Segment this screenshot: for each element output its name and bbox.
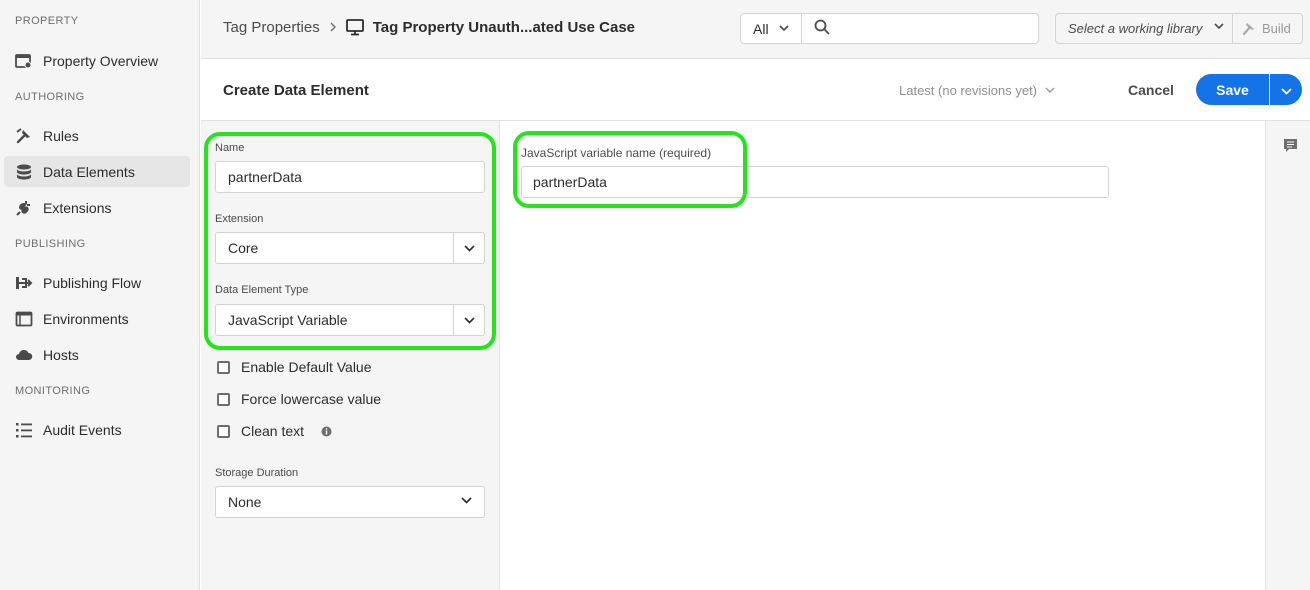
rules-icon bbox=[15, 127, 33, 145]
working-library-placeholder: Select a working library bbox=[1068, 21, 1203, 36]
property-overview-icon bbox=[15, 52, 33, 70]
list-icon bbox=[15, 421, 33, 439]
search-input[interactable] bbox=[802, 13, 1039, 44]
name-label: Name bbox=[215, 142, 245, 154]
sidebar-item-label: Environments bbox=[43, 310, 129, 327]
enable-default-value-checkbox[interactable]: Enable Default Value bbox=[217, 359, 372, 375]
storage-duration-label: Storage Duration bbox=[215, 467, 299, 479]
clean-text-checkbox[interactable]: Clean text bbox=[217, 423, 332, 439]
cancel-button[interactable]: Cancel bbox=[1128, 82, 1174, 98]
checkbox-box[interactable] bbox=[217, 392, 230, 406]
top-bar: Tag Properties Tag Property Unauth...ate… bbox=[201, 0, 1310, 59]
extension-value: Core bbox=[228, 240, 259, 256]
breadcrumb-current-label: Tag Property Unauth...ated Use Case bbox=[372, 19, 636, 36]
sidebar-item-label: Data Elements bbox=[43, 163, 135, 180]
save-button[interactable]: Save bbox=[1196, 74, 1269, 105]
publishing-flow-icon bbox=[15, 274, 33, 292]
database-icon bbox=[15, 163, 33, 181]
data-element-type-value: JavaScript Variable bbox=[228, 312, 348, 328]
section-authoring: AUTHORING bbox=[15, 91, 85, 103]
extension-select[interactable]: Core bbox=[215, 232, 485, 264]
chevron-down-icon bbox=[1214, 23, 1224, 30]
sidebar-item-label: Publishing Flow bbox=[43, 274, 142, 291]
sidebar-item-environments[interactable]: Environments bbox=[4, 303, 190, 334]
js-variable-label: JavaScript variable name (required) bbox=[521, 146, 712, 160]
chevron-down-icon[interactable] bbox=[453, 305, 484, 335]
page-title: Create Data Element bbox=[223, 82, 369, 99]
sidebar-item-data-elements[interactable]: Data Elements bbox=[4, 156, 190, 187]
chevron-down-icon bbox=[1280, 82, 1292, 98]
extension-label: Extension bbox=[215, 213, 264, 225]
build-button[interactable]: Build bbox=[1233, 13, 1303, 44]
storage-duration-select[interactable]: None bbox=[215, 486, 485, 518]
sidebar-item-label: Property Overview bbox=[43, 52, 159, 69]
info-icon[interactable] bbox=[321, 426, 332, 437]
search-group: All bbox=[740, 13, 1039, 44]
storage-duration-value: None bbox=[228, 494, 262, 510]
section-monitoring: MONITORING bbox=[15, 385, 91, 397]
revision-label: Latest (no revisions yet) bbox=[899, 83, 1038, 98]
search-scope-value: All bbox=[753, 20, 769, 37]
checkbox-label: Clean text bbox=[241, 423, 305, 439]
chevron-down-icon bbox=[778, 25, 789, 32]
breadcrumb: Tag Properties Tag Property Unauth...ate… bbox=[223, 19, 635, 36]
plug-icon bbox=[15, 199, 33, 217]
breadcrumb-current: Tag Property Unauth...ated Use Case bbox=[345, 19, 636, 36]
sidebar-item-label: Audit Events bbox=[43, 421, 122, 438]
checkbox-box[interactable] bbox=[217, 360, 230, 374]
sidebar-item-hosts[interactable]: Hosts bbox=[4, 339, 190, 370]
right-rail bbox=[1265, 121, 1310, 590]
sidebar-item-extensions[interactable]: Extensions bbox=[4, 192, 190, 223]
chevron-down-icon bbox=[1045, 87, 1055, 94]
sidebar-item-label: Rules bbox=[43, 127, 79, 144]
search-scope-select[interactable]: All bbox=[740, 13, 802, 44]
monitor-icon bbox=[345, 19, 364, 36]
chevron-right-icon bbox=[329, 20, 337, 35]
checkbox-label: Force lowercase value bbox=[241, 391, 382, 407]
chevron-down-icon[interactable] bbox=[453, 233, 484, 263]
data-element-type-label: Data Element Type bbox=[215, 284, 309, 296]
breadcrumb-root-link[interactable]: Tag Properties bbox=[223, 19, 320, 36]
sidebar-item-audit-events[interactable]: Audit Events bbox=[4, 414, 190, 445]
name-field[interactable]: partnerData bbox=[215, 161, 485, 193]
page-header: Create Data Element Latest (no revisions… bbox=[201, 60, 1310, 121]
sidebar-item-label: Extensions bbox=[43, 199, 112, 216]
hammer-icon bbox=[1241, 21, 1257, 36]
sidebar-item-label: Hosts bbox=[43, 346, 79, 363]
revision-select[interactable]: Latest (no revisions yet) bbox=[899, 83, 1055, 98]
save-options-button[interactable] bbox=[1270, 74, 1302, 105]
comment-icon[interactable] bbox=[1283, 138, 1298, 153]
section-property: PROPERTY bbox=[15, 15, 79, 27]
data-element-form: Name partnerData Extension Core Data Ele… bbox=[201, 121, 500, 590]
main-content: JavaScript variable name (required) part… bbox=[501, 121, 1265, 590]
search-icon bbox=[814, 19, 830, 38]
build-label: Build bbox=[1262, 21, 1291, 36]
section-publishing: PUBLISHING bbox=[15, 238, 86, 250]
sidebar-item-publishing-flow[interactable]: Publishing Flow bbox=[4, 267, 190, 298]
checkbox-label: Enable Default Value bbox=[241, 359, 372, 375]
js-variable-name-input[interactable]: partnerData bbox=[521, 166, 1109, 198]
checkbox-box[interactable] bbox=[217, 424, 230, 438]
chevron-down-icon bbox=[461, 497, 472, 504]
sidebar-item-property-overview[interactable]: Property Overview bbox=[4, 45, 190, 76]
environments-icon bbox=[15, 310, 33, 328]
sidebar: PROPERTY Property Overview AUTHORING Rul… bbox=[0, 0, 200, 590]
cloud-icon bbox=[15, 346, 33, 364]
data-element-type-select[interactable]: JavaScript Variable bbox=[215, 304, 485, 336]
force-lowercase-checkbox[interactable]: Force lowercase value bbox=[217, 391, 381, 407]
working-library-select[interactable]: Select a working library bbox=[1055, 13, 1233, 44]
sidebar-item-rules[interactable]: Rules bbox=[4, 120, 190, 151]
